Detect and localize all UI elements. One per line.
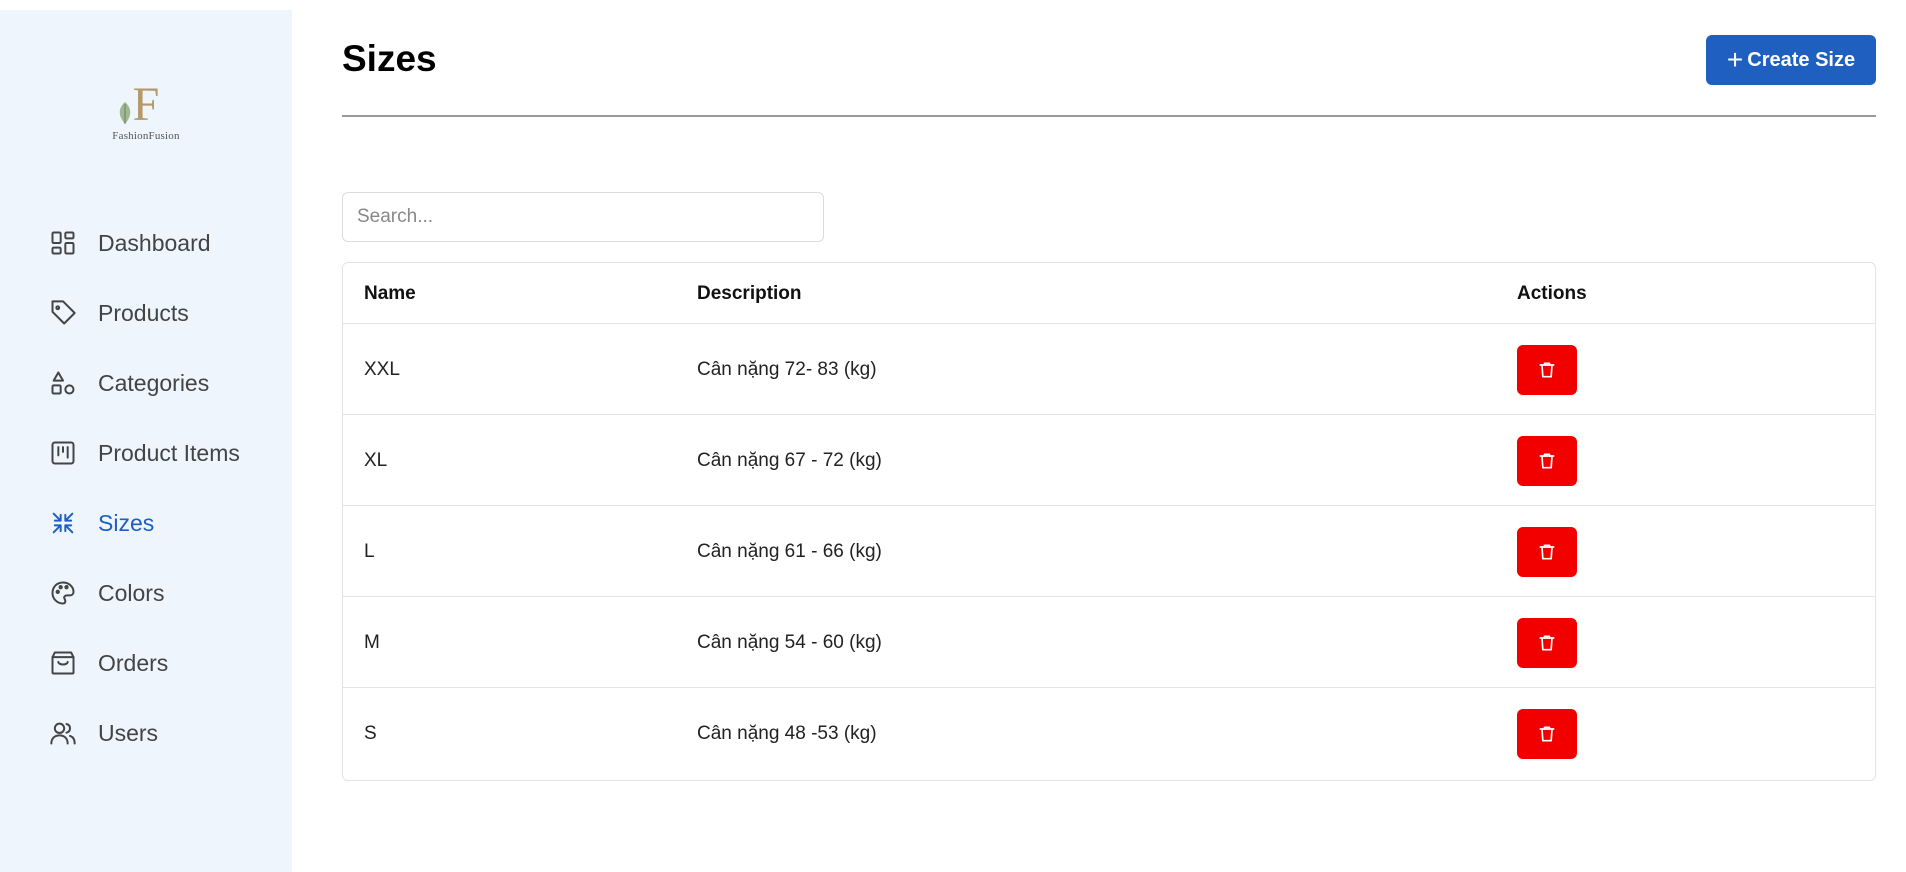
logo-letter: F (132, 78, 160, 131)
delete-button[interactable] (1517, 435, 1577, 486)
trash-icon (1539, 635, 1555, 650)
size-name: XL (364, 449, 388, 471)
actions-cell (1517, 506, 1577, 597)
size-description: Cân nặng 67 - 72 (kg) (697, 449, 882, 471)
sidebar-item-products[interactable]: Products (48, 293, 189, 333)
users-icon (48, 718, 78, 748)
sidebar-item-dashboard[interactable]: Dashboard (48, 223, 211, 263)
size-name: M (364, 631, 380, 653)
sidebar-item-label: Orders (98, 649, 169, 676)
trash-icon (1539, 362, 1555, 377)
delete-button[interactable] (1517, 617, 1577, 668)
size-name: L (364, 540, 375, 562)
delete-button[interactable] (1517, 526, 1577, 577)
sidebar: F FashionFusion Dashboard Products Categ… (0, 10, 292, 872)
table-row: XXL Cân nặng 72- 83 (kg) (343, 324, 1875, 415)
trash-icon (1539, 453, 1555, 468)
trash-icon (1539, 544, 1555, 559)
sidebar-item-label: Products (98, 299, 189, 326)
sidebar-item-colors[interactable]: Colors (48, 573, 164, 613)
palette-icon (48, 578, 78, 608)
sizes-table: Name Description Actions XXL Cân nặng 72… (342, 262, 1876, 781)
size-name: XXL (364, 358, 400, 380)
shapes-icon (48, 368, 78, 398)
brand-logo[interactable]: F FashionFusion (100, 78, 192, 158)
actions-cell (1517, 688, 1577, 779)
table-row: L Cân nặng 61 - 66 (kg) (343, 506, 1875, 597)
column-header-name: Name (364, 282, 416, 304)
sidebar-item-sizes[interactable]: Sizes (48, 503, 154, 543)
table-row: M Cân nặng 54 - 60 (kg) (343, 597, 1875, 688)
plus-icon: + (1726, 44, 1744, 75)
leaf-icon (119, 102, 131, 124)
size-name: S (364, 722, 377, 744)
shrink-icon (48, 508, 78, 538)
size-description: Cân nặng 61 - 66 (kg) (697, 540, 882, 562)
tag-icon (48, 298, 78, 328)
trash-icon (1539, 726, 1555, 741)
delete-button[interactable] (1517, 344, 1577, 395)
actions-cell (1517, 415, 1577, 506)
create-size-label: Create Size (1747, 48, 1856, 71)
sidebar-item-users[interactable]: Users (48, 713, 158, 753)
dashboard-icon (48, 228, 78, 258)
column-header-description: Description (697, 282, 802, 304)
sidebar-item-label: Users (98, 719, 159, 746)
table-row: S Cân nặng 48 -53 (kg) (343, 688, 1875, 779)
sidebar-item-label: Dashboard (98, 229, 211, 256)
sidebar-item-orders[interactable]: Orders (48, 643, 168, 683)
search-input[interactable] (342, 192, 824, 242)
sidebar-item-categories[interactable]: Categories (48, 363, 209, 403)
column-header-actions: Actions (1517, 282, 1587, 304)
table-header: Name Description Actions (343, 263, 1875, 324)
table-row: XL Cân nặng 67 - 72 (kg) (343, 415, 1875, 506)
header-divider (342, 115, 1876, 117)
sidebar-item-product-items[interactable]: Product Items (48, 433, 240, 473)
actions-cell (1517, 324, 1577, 415)
size-description: Cân nặng 72- 83 (kg) (697, 358, 877, 380)
page-title: Sizes (342, 38, 437, 79)
app-root: F FashionFusion Dashboard Products Categ… (0, 0, 1906, 872)
delete-button[interactable] (1517, 708, 1577, 759)
sidebar-item-label: Sizes (98, 509, 155, 536)
sidebar-item-label: Product Items (98, 439, 240, 466)
actions-cell (1517, 597, 1577, 688)
sidebar-item-label: Categories (98, 369, 210, 396)
size-description: Cân nặng 48 -53 (kg) (697, 722, 877, 744)
create-size-button[interactable]: + Create Size (1706, 35, 1876, 85)
shopping-bag-icon (48, 648, 78, 678)
sidebar-item-label: Colors (98, 579, 165, 606)
kanban-icon (48, 438, 78, 468)
main-content: Sizes + Create Size Name Description Act… (342, 0, 1876, 872)
size-description: Cân nặng 54 - 60 (kg) (697, 631, 882, 653)
